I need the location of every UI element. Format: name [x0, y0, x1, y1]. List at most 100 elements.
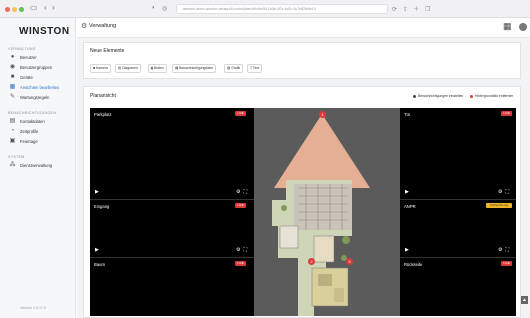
sidebar-item-label: Wartungsregeln	[20, 95, 50, 100]
play-icon[interactable]: ▶	[405, 189, 409, 195]
avatar[interactable]	[519, 23, 527, 31]
sidebar-item-feiertage[interactable]: ▣ Feiertage	[8, 137, 74, 146]
wrench-icon: ✎	[9, 94, 16, 100]
notification-settings-label: Benachrichtigungen einstellen	[418, 94, 464, 98]
new-elements-card: Neue Elemente ■ Kamera ▥ Diagramm ▮ Butt…	[83, 42, 521, 79]
camera-controls-icon[interactable]: ⚙⛶	[236, 189, 250, 195]
scroll-up-button[interactable]: ▲	[521, 296, 528, 304]
address-bar[interactable]: wieland-demo.winston.de/app/#/control/pl…	[176, 4, 388, 14]
status-badge: LIVE	[501, 111, 512, 116]
sidebar-item-label: Dienstverwaltung	[20, 163, 53, 168]
status-badge: LIVE	[235, 111, 246, 116]
camera-marker-1[interactable]: 1	[319, 111, 326, 118]
settings-dot-icon	[413, 94, 416, 98]
maximize-window-button[interactable]	[19, 7, 24, 12]
add-graphic-button[interactable]: ▧ Grafik	[224, 64, 244, 73]
add-camera-label: Kamera	[96, 66, 108, 70]
camera-name: Baum	[94, 262, 105, 267]
add-button-button[interactable]: ▮ Button	[148, 64, 167, 73]
add-text-label: Text	[252, 66, 260, 70]
camera-name: Tür	[404, 112, 411, 117]
plan-canvas[interactable]: 1 2 3 Parkplatz LIVE ▶ ⚙⛶ Eingang LIVE ▶…	[90, 108, 516, 316]
add-button-label: Button	[153, 66, 164, 70]
users-icon: ◉	[9, 64, 16, 70]
camera-tile-parkplatz[interactable]: Parkplatz LIVE ▶ ⚙⛶	[90, 108, 254, 199]
forward-icon[interactable]: ›	[52, 3, 55, 12]
add-notification-list-button[interactable]: ▤ Benachrichtigungsliste	[172, 64, 217, 73]
sidebar-section-label: BENACHRICHTIGUNGEN	[8, 111, 57, 115]
play-icon[interactable]: ▶	[405, 247, 409, 253]
add-text-button[interactable]: T Text	[247, 64, 263, 73]
sidebar-toggle-icon[interactable]: ▭	[30, 3, 38, 12]
close-window-button[interactable]	[5, 7, 10, 12]
add-chart-button[interactable]: ▥ Diagramm	[115, 64, 141, 73]
floor-plan-image: 1 2 3	[254, 108, 400, 316]
sidebar-item-label: Geräte	[20, 75, 33, 80]
version-label: Version 1.9.17.0	[20, 306, 46, 310]
play-icon[interactable]: ▶	[95, 189, 99, 195]
sidebar: WINSTON VERWALTUNG ● Benutzer ◉ Benutzer…	[0, 18, 76, 318]
sidebar-item-label: Zeitprofile	[20, 129, 39, 134]
add-camera-button[interactable]: ■ Kamera	[90, 64, 111, 73]
sidebar-item-label: Benutzergruppen	[20, 65, 53, 70]
camera-marker-3[interactable]: 3	[346, 258, 353, 265]
sidebar-item-benutzergruppen[interactable]: ◉ Benutzergruppen	[8, 63, 74, 72]
main-content: Neue Elemente ■ Kamera ▥ Diagramm ▮ Butt…	[77, 38, 530, 318]
sidebar-item-label: Feiertage	[20, 139, 38, 144]
sidebar-item-dienstverwaltung[interactable]: ⁂ Dienstverwaltung	[8, 161, 74, 170]
add-chart-label: Diagramm	[122, 66, 138, 70]
remove-dot-icon	[470, 94, 473, 98]
floor-plan-drawing	[254, 108, 400, 316]
camera-controls-icon[interactable]: ⚙⛶	[498, 189, 512, 195]
sidebar-item-ansichten-bearbeiten[interactable]: ▦ Ansichten bearbeiten	[8, 83, 74, 92]
camera-marker-label: 3	[348, 259, 351, 264]
camera-name: Rückseite	[404, 262, 423, 267]
camera-icon: ■	[10, 74, 15, 80]
calendar-icon: ▣	[9, 138, 16, 144]
camera-tile-eingang[interactable]: Eingang LIVE ▶ ⚙⛶	[90, 200, 254, 257]
user-icon: ●	[10, 54, 15, 60]
privacy-icon[interactable]: ◎	[162, 5, 167, 12]
shield-icon[interactable]: ◐	[152, 5, 156, 11]
remove-background-label: Hintergrundbild entfernen	[475, 94, 514, 98]
camera-controls-icon[interactable]: ⚙⛶	[498, 247, 512, 253]
camera-name: ANPR	[404, 204, 416, 209]
remove-background-button[interactable]: Hintergrundbild entfernen	[470, 94, 513, 98]
top-bar: ⚙ Verwaltung ▦	[77, 18, 530, 38]
camera-tile-tuer[interactable]: Tür LIVE ▶ ⚙⛶	[400, 108, 516, 199]
clock-icon: ◔	[10, 128, 15, 134]
layout-icon: ▦	[9, 84, 16, 90]
plan-view-card: Planansicht Benachrichtigungen einstelle…	[83, 86, 521, 318]
camera-controls-icon[interactable]: ⚙⛶	[236, 247, 250, 253]
camera-marker-label: 2	[310, 259, 313, 264]
sidebar-item-wartungsregeln[interactable]: ✎ Wartungsregeln	[8, 93, 74, 102]
notification-settings-button[interactable]: Benachrichtigungen einstellen	[413, 94, 463, 98]
camera-tile-baum[interactable]: Baum LIVE	[90, 258, 254, 316]
gear-icon: ⚙	[81, 23, 88, 30]
camera-name: Parkplatz	[94, 112, 112, 117]
page-title: Verwaltung	[89, 23, 117, 29]
sidebar-item-label: Kontaktdaten	[20, 119, 45, 124]
sidebar-section-label: VERWALTUNG	[8, 47, 36, 51]
camera-tile-anpr[interactable]: ANPR Aufzeichnung ▶ ⚙⛶	[400, 200, 516, 257]
camera-marker-2[interactable]: 2	[308, 258, 315, 265]
sidebar-item-geraete[interactable]: ■ Geräte	[8, 73, 74, 82]
status-badge: LIVE	[235, 203, 246, 208]
browser-window: ▭ ‹ › ◐ ◎ wieland-demo.winston.de/app/#/…	[0, 0, 530, 318]
browser-toolbar: ▭ ‹ › ◐ ◎ wieland-demo.winston.de/app/#/…	[0, 0, 530, 18]
camera-marker-label: 1	[321, 112, 324, 117]
back-icon[interactable]: ‹	[44, 3, 47, 12]
sidebar-item-label: Ansichten bearbeiten	[20, 85, 60, 90]
apps-grid-icon[interactable]: ▦	[503, 21, 512, 32]
play-icon[interactable]: ▶	[95, 247, 99, 253]
sidebar-item-kontaktdaten[interactable]: ▤ Kontaktdaten	[8, 117, 74, 126]
contacts-icon: ▤	[9, 118, 16, 124]
minimize-window-button[interactable]	[12, 7, 17, 12]
status-badge: LIVE	[501, 261, 512, 266]
status-badge: Aufzeichnung	[486, 203, 512, 208]
plan-view-title: Planansicht	[90, 93, 116, 99]
camera-tile-rueckseite[interactable]: Rückseite LIVE	[400, 258, 516, 316]
sidebar-item-benutzer[interactable]: ● Benutzer	[8, 53, 74, 62]
browser-actions[interactable]: ⟳ ⇪ ＋ ❐	[392, 4, 432, 13]
sidebar-item-zeitprofile[interactable]: ◔ Zeitprofile	[8, 127, 74, 136]
